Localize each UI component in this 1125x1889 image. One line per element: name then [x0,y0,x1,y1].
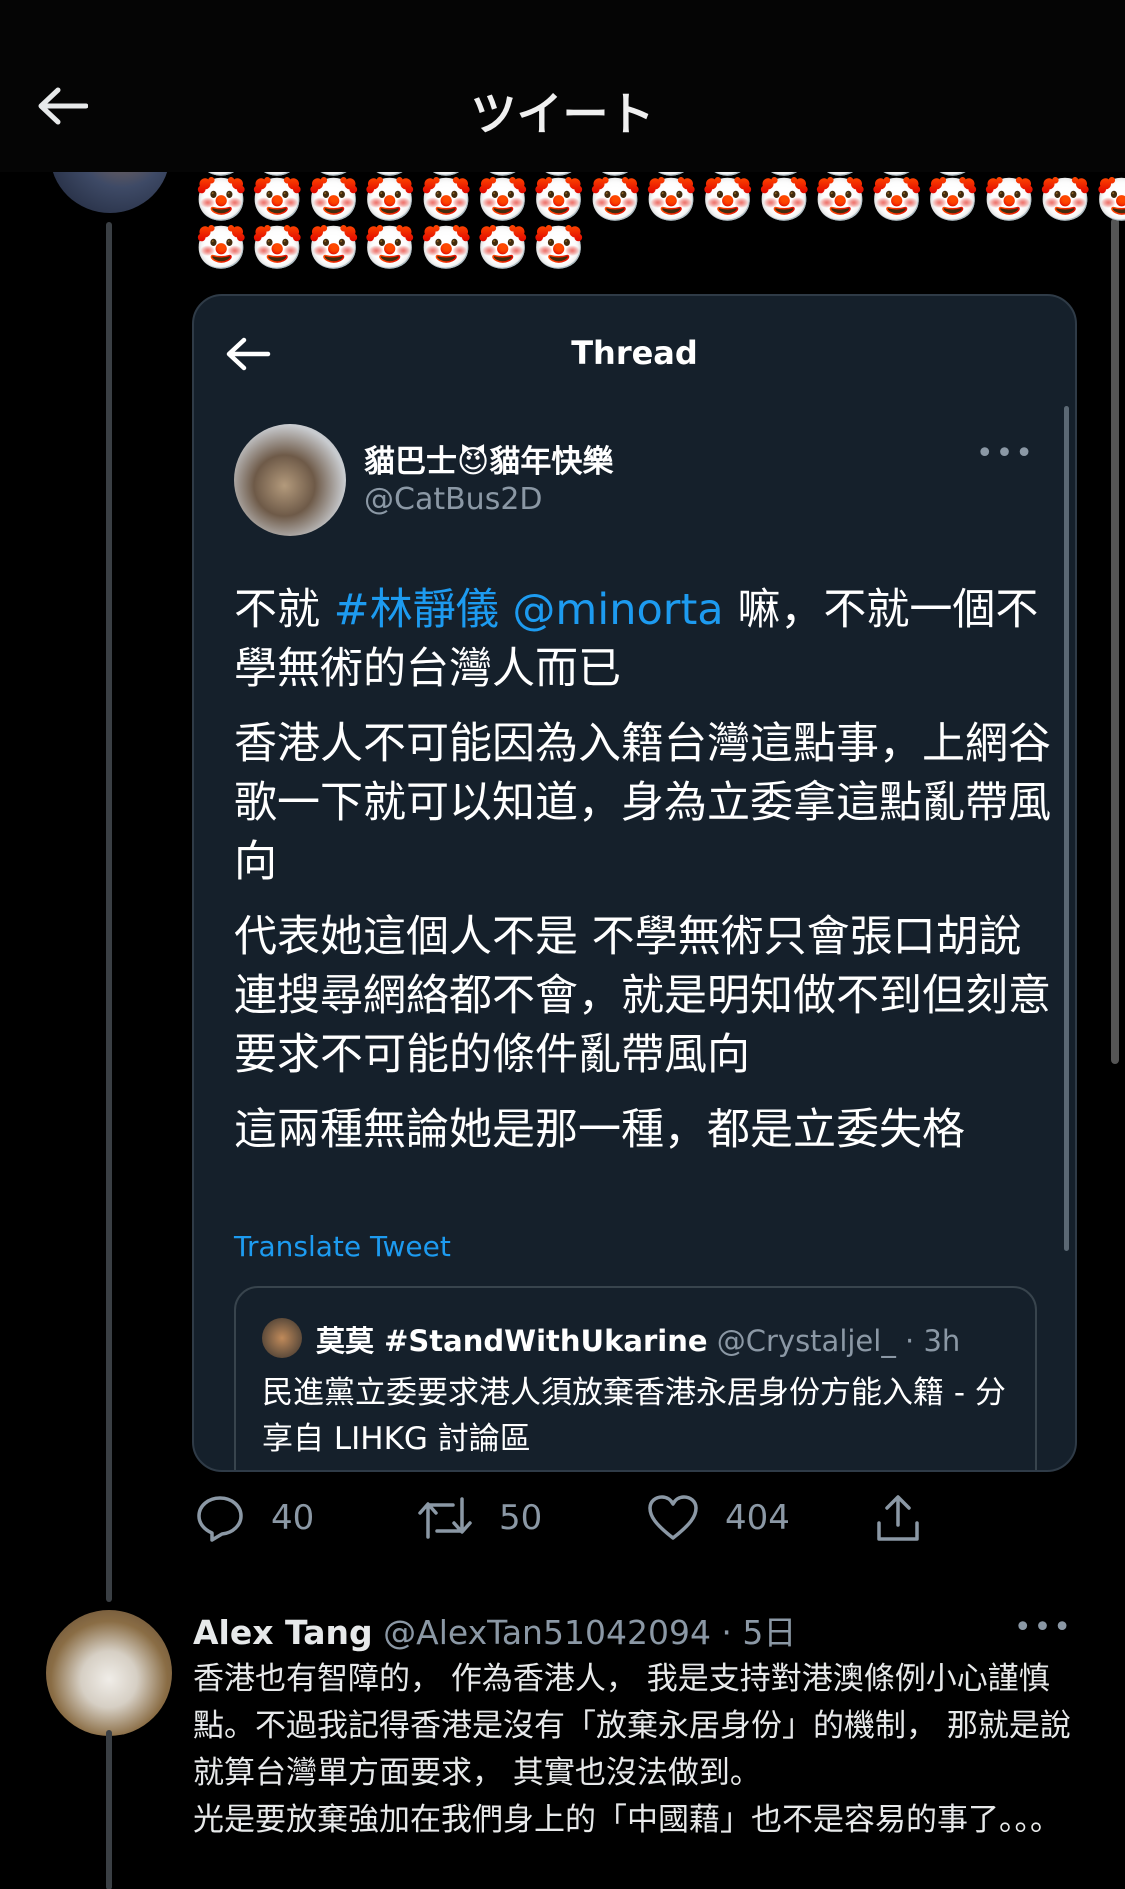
top-nav-bar: ツイート [0,0,1125,172]
quoted-tweet: 莫莫 #StandWithUkarine @Crystaljel_ · 3h 民… [234,1286,1037,1470]
tweet-text: 不就 [234,585,334,635]
reply-button[interactable]: 40 [195,1490,314,1546]
reply-tweet-text: 香港也有智障的， 作為香港人， 我是支持對港澳條例小心謹慎點。不過我記得香港是沒… [193,1656,1073,1844]
avatar[interactable] [46,1610,172,1736]
reply-author-meta: @AlexTan51042094 · 5日 [372,1613,797,1652]
reply-paragraph: 香港也有智障的， 作為香港人， 我是支持對港澳條例小心謹慎點。不過我記得香港是沒… [193,1661,1071,1791]
mention-link: @minorta [512,585,724,635]
quoted-tweet-text: 民進黨立委要求港人須放棄香港永居身份方能入籍 - 分享自 LIHKG 討論區 [262,1375,1006,1457]
reply-paragraph: 光是要放棄強加在我們身上的「中國藉」也不是容易的事了。。。 [193,1802,1061,1838]
quoted-author-meta: @Crystaljel_ · 3h [707,1324,961,1358]
page-scrollbar[interactable] [1111,218,1119,1064]
tweet-text-emoji-row: 🤡🤡🤡🤡🤡🤡🤡🤡🤡🤡🤡🤡🤡🤡🤡🤡🤡 [195,175,1125,224]
reply-count: 40 [271,1498,315,1538]
tweet-paragraph: 香港人不可能因為入籍台灣這點事，上網谷歌一下就可以知道，身為立委拿這點亂帶風向 [234,719,1051,887]
tweet-paragraph: 代表她這個人不是 不學無術只會張口胡說連搜尋網絡都不會，就是明知做不到但刻意要求… [234,912,1051,1080]
embedded-tweet-body: 不就 #林靜儀 @minorta 嘛，不就一個不學無術的台灣人而已 香港人不可能… [234,581,1054,1176]
like-count: 404 [725,1498,790,1538]
tweet-paragraph: 不就 #林靜儀 @minorta 嘛，不就一個不學無術的台灣人而已 [234,581,1054,699]
heart-icon [648,1495,698,1540]
tweet-paragraph: 這兩種無論她是那一種，都是立委失格 [234,1105,965,1155]
tweet-actions: 40 50 404 [195,1490,955,1546]
page-title: ツイート [470,87,655,141]
thread-connector-line [106,222,112,1602]
author-handle: @CatBus2D [364,482,543,517]
embedded-header-title: Thread [571,334,698,372]
embedded-scrollbar [1064,406,1069,1251]
avatar [262,1318,302,1358]
more-options-button[interactable]: ••• [1014,1610,1073,1645]
author-name: 貓巴士😈貓年快樂 [364,444,614,480]
hashtag-link: #林靜儀 [333,585,499,635]
like-button[interactable]: 404 [647,1490,790,1546]
reply-author-line: Alex Tang @AlexTan51042094 · 5日 [193,1606,796,1654]
retweet-count: 50 [499,1498,543,1538]
share-button[interactable] [873,1490,949,1546]
reply-icon [197,1496,243,1542]
share-icon [877,1495,919,1541]
quoted-author: 莫莫 #StandWithUkarine @Crystaljel_ · 3h [316,1318,960,1360]
translate-tweet-link: Translate Tweet [234,1230,451,1263]
thread-connector-line [106,1730,112,1889]
quoted-author-name: 莫莫 #StandWithUkarine [316,1324,708,1358]
avatar [234,424,346,536]
reply-author-name[interactable]: Alex Tang [193,1613,373,1652]
retweet-icon [418,1497,472,1539]
more-icon: ••• [975,436,1035,471]
attached-screenshot-image[interactable]: Thread 貓巴士😈貓年快樂 @CatBus2D ••• 不就 #林靜儀 @m… [192,294,1077,1472]
retweet-button[interactable]: 50 [417,1490,542,1546]
tweet-text-emoji-row: 🤡🤡🤡🤡🤡🤡🤡 [195,223,590,272]
tweet-text [499,585,513,635]
